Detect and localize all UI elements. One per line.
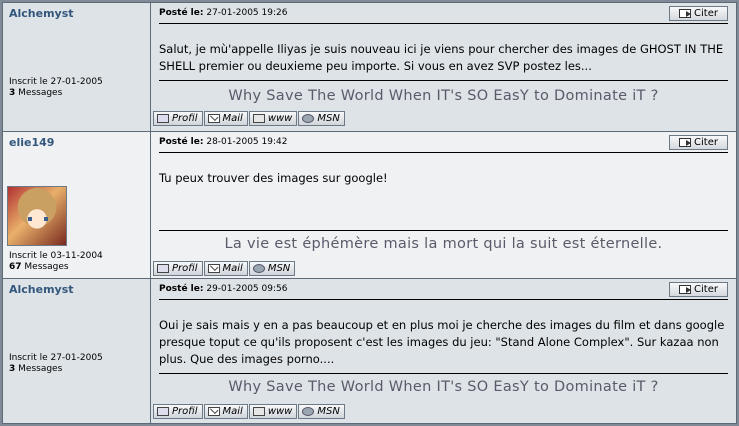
www-button[interactable]: www (248, 404, 298, 419)
mail-icon (207, 114, 220, 123)
post-action-buttons: Profil Mail MSN (153, 261, 296, 276)
www-button[interactable]: www (248, 111, 298, 126)
signature-divider (159, 230, 728, 231)
msn-button[interactable]: MSN (298, 404, 345, 419)
posted-label: Posté le: (159, 284, 204, 294)
post-action-buttons: Profil Mail www MSN (153, 404, 345, 419)
quote-icon (679, 9, 692, 18)
quote-label: Citer (694, 284, 718, 295)
post-body: Posté le: 29-01-2005 09:56 Citer Oui je … (151, 279, 736, 423)
signature: Why Save The World When IT's SO EasY to … (228, 88, 659, 104)
author-name[interactable]: Alchemyst (9, 7, 144, 20)
post-date: 27-01-2005 19:26 (206, 8, 288, 18)
forum-thread: Alchemyst Inscrit le 27-01-2005 3 Messag… (2, 2, 737, 424)
msn-icon (302, 114, 315, 123)
post-author-panel: elie149 Inscrit le 03-11-2004 67 Message… (3, 132, 151, 278)
profile-button[interactable]: Profil (153, 404, 203, 419)
post-author-panel: Alchemyst Inscrit le 27-01-2005 3 Messag… (3, 3, 151, 131)
profile-icon (157, 407, 169, 416)
post-date: 28-01-2005 19:42 (206, 137, 288, 147)
home-icon (252, 114, 265, 123)
post-body: Posté le: 27-01-2005 19:26 Citer Salut, … (151, 3, 736, 131)
quote-label: Citer (694, 137, 718, 148)
mail-button[interactable]: Mail (203, 404, 248, 419)
post-action-buttons: Profil Mail www MSN (153, 111, 345, 126)
quote-label: Citer (694, 8, 718, 19)
post-header: Posté le: 29-01-2005 09:56 Citer (159, 282, 728, 300)
post-message: Tu peux trouver des images sur google! (159, 171, 388, 185)
post-message: Oui je sais mais y en a pas beaucoup et … (159, 318, 725, 366)
message-count: 3 Messages (9, 88, 63, 98)
post-message: Salut, je mù'appelle Iliyas je suis nouv… (159, 42, 724, 73)
quote-button[interactable]: Citer (669, 135, 728, 150)
avatar (7, 186, 67, 246)
signature-divider (159, 373, 728, 374)
message-count: 3 Messages (9, 364, 63, 374)
posted-label: Posté le: (159, 8, 204, 18)
msn-button[interactable]: MSN (298, 111, 345, 126)
post-header: Posté le: 28-01-2005 19:42 Citer (159, 135, 728, 153)
mail-icon (207, 407, 220, 416)
post-author-panel: Alchemyst Inscrit le 27-01-2005 3 Messag… (3, 279, 151, 423)
author-meta: Inscrit le 03-11-2004 67 Messages (9, 251, 103, 273)
join-date: Inscrit le 27-01-2005 (9, 77, 103, 87)
post-date: 29-01-2005 09:56 (206, 284, 288, 294)
signature-divider (159, 80, 728, 81)
signature: Why Save The World When IT's SO EasY to … (228, 379, 659, 395)
profile-icon (157, 114, 169, 123)
author-meta: Inscrit le 27-01-2005 3 Messages (9, 77, 103, 99)
profile-icon (157, 264, 169, 273)
author-name[interactable]: Alchemyst (9, 283, 144, 296)
author-meta: Inscrit le 27-01-2005 3 Messages (9, 353, 103, 375)
home-icon (252, 407, 265, 416)
mail-icon (207, 264, 220, 273)
profile-button[interactable]: Profil (153, 111, 203, 126)
post-body: Posté le: 28-01-2005 19:42 Citer Tu peux… (151, 132, 736, 278)
msn-icon (252, 264, 265, 273)
posted-label: Posté le: (159, 137, 204, 147)
quote-icon (679, 285, 692, 294)
quote-button[interactable]: Citer (669, 6, 728, 21)
msn-icon (302, 407, 315, 416)
join-date: Inscrit le 03-11-2004 (9, 251, 103, 261)
message-count: 67 Messages (9, 262, 69, 272)
profile-button[interactable]: Profil (153, 261, 203, 276)
quote-icon (679, 138, 692, 147)
post-1: Alchemyst Inscrit le 27-01-2005 3 Messag… (3, 3, 736, 131)
signature: La vie est éphémère mais la mort qui la … (224, 236, 663, 252)
msn-button[interactable]: MSN (248, 261, 296, 276)
post-header: Posté le: 27-01-2005 19:26 Citer (159, 6, 728, 24)
author-name[interactable]: elie149 (9, 136, 144, 149)
post-3: Alchemyst Inscrit le 27-01-2005 3 Messag… (3, 279, 736, 423)
quote-button[interactable]: Citer (669, 282, 728, 297)
post-2: elie149 Inscrit le 03-11-2004 67 Message… (3, 132, 736, 278)
mail-button[interactable]: Mail (203, 111, 248, 126)
join-date: Inscrit le 27-01-2005 (9, 353, 103, 363)
mail-button[interactable]: Mail (203, 261, 248, 276)
